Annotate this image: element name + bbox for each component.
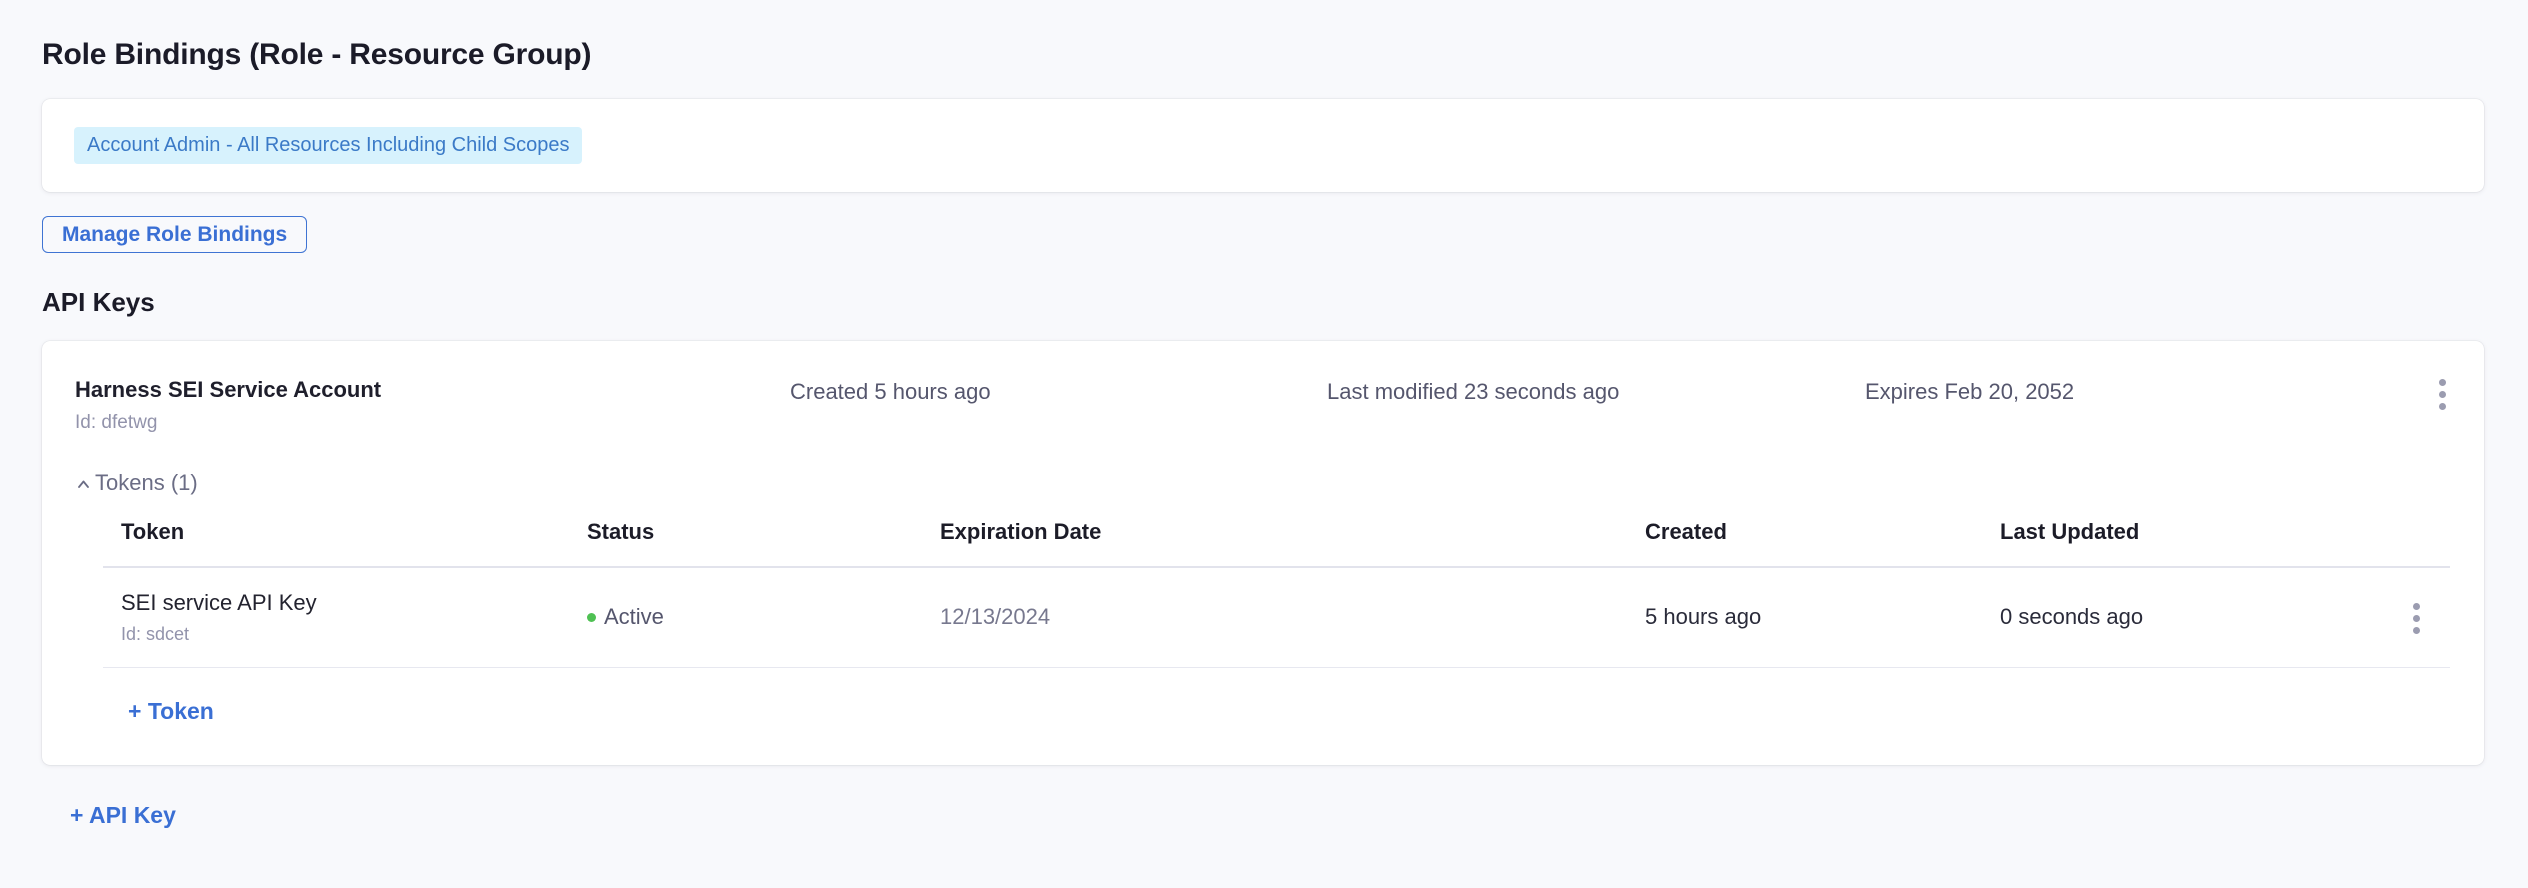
token-last-updated: 0 seconds ago <box>2000 604 2380 630</box>
column-header-created: Created <box>1645 519 2000 545</box>
column-header-token: Token <box>103 519 587 545</box>
status-active-dot-icon <box>587 613 596 622</box>
add-api-key-button[interactable]: + API Key <box>70 802 176 829</box>
token-table-row: SEI service API Key Id: sdcet Active 12/… <box>103 568 2450 668</box>
add-token-button[interactable]: + Token <box>128 698 214 725</box>
api-key-created: Created 5 hours ago <box>790 377 1327 405</box>
tokens-toggle-label: Tokens (1) <box>95 470 198 496</box>
column-header-last-updated: Last Updated <box>2000 519 2380 545</box>
column-header-expiration-date: Expiration Date <box>940 519 1645 545</box>
api-key-card: Harness SEI Service Account Id: dfetwg C… <box>42 341 2484 765</box>
role-binding-tag: Account Admin - All Resources Including … <box>74 127 582 164</box>
token-created: 5 hours ago <box>1645 604 2000 630</box>
api-key-summary-row: Harness SEI Service Account Id: dfetwg C… <box>42 341 2484 434</box>
token-name: SEI service API Key <box>121 590 587 616</box>
role-bindings-card: Account Admin - All Resources Including … <box>42 99 2484 192</box>
token-name-block: SEI service API Key Id: sdcet <box>103 590 587 645</box>
service-account-detail-page: Role Bindings (Role - Resource Group) Ac… <box>0 0 2528 829</box>
column-header-status: Status <box>587 519 940 545</box>
manage-role-bindings-button[interactable]: Manage Role Bindings <box>42 216 307 253</box>
kebab-menu-icon <box>2439 379 2446 410</box>
api-key-menu-button[interactable] <box>2431 375 2454 414</box>
page-title: Role Bindings (Role - Resource Group) <box>42 38 2484 72</box>
token-status: Active <box>587 604 940 630</box>
kebab-menu-icon <box>2413 603 2420 634</box>
api-key-id: Id: dfetwg <box>75 412 790 434</box>
api-key-name-block: Harness SEI Service Account Id: dfetwg <box>75 377 790 434</box>
token-menu-button[interactable] <box>2405 599 2428 638</box>
tokens-table-header: Token Status Expiration Date Created Las… <box>103 498 2450 568</box>
api-key-expires: Expires Feb 20, 2052 <box>1865 377 2431 405</box>
tokens-section-toggle[interactable]: Tokens (1) <box>75 470 198 496</box>
api-key-name: Harness SEI Service Account <box>75 377 790 403</box>
token-expiration-date: 12/13/2024 <box>940 604 1645 630</box>
token-status-label: Active <box>604 604 664 630</box>
token-id: Id: sdcet <box>121 624 587 645</box>
chevron-up-icon <box>75 476 92 493</box>
api-keys-heading: API Keys <box>42 287 2484 318</box>
tokens-table: Token Status Expiration Date Created Las… <box>103 498 2450 668</box>
api-key-last-modified: Last modified 23 seconds ago <box>1327 377 1865 405</box>
